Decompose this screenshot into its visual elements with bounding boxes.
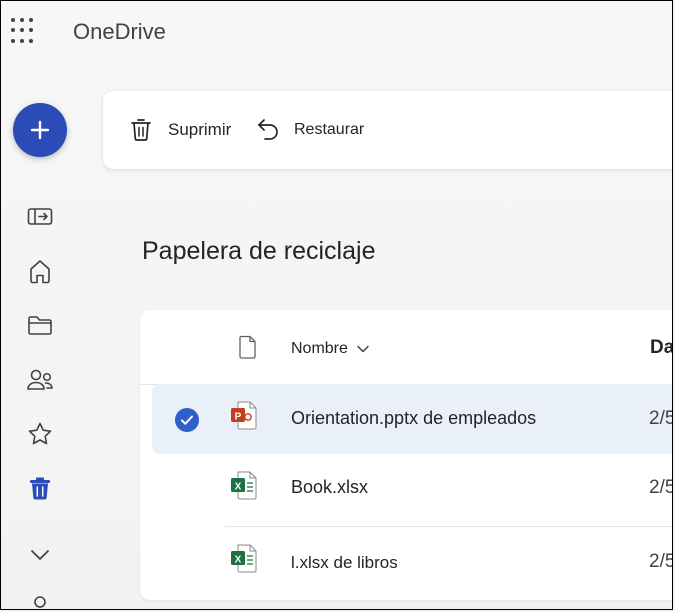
- undo-icon: [258, 119, 278, 140]
- more-nav-button[interactable]: [25, 540, 55, 570]
- table-row[interactable]: X Book.xlsx 2/5: [152, 454, 673, 524]
- list-header: Nombre Da: [140, 310, 672, 385]
- collapse-pane-button[interactable]: [25, 202, 55, 232]
- checkmark-icon: [181, 415, 193, 425]
- create-new-button[interactable]: [13, 103, 67, 157]
- file-name[interactable]: Orientation.pptx de empleados: [291, 408, 536, 429]
- restore-button[interactable]: Restaurar: [256, 91, 364, 169]
- powerpoint-file-icon: P: [231, 401, 257, 430]
- file-name[interactable]: l.xlsx de libros: [291, 553, 398, 573]
- column-name-label: Nombre: [291, 340, 348, 357]
- sidebar-item-files[interactable]: [25, 310, 55, 340]
- deleted-date: 2/5: [649, 477, 673, 498]
- collapse-pane-icon: [27, 208, 53, 225]
- app-launcher-icon[interactable]: [11, 18, 37, 44]
- deleted-date: 2/5: [649, 551, 673, 572]
- row-checkbox[interactable]: [175, 408, 199, 432]
- file-name[interactable]: Book.xlsx: [291, 477, 368, 498]
- restore-label: Restaurar: [294, 121, 365, 138]
- chevron-down-icon: [31, 550, 49, 560]
- delete-icon: [131, 119, 151, 141]
- file-type-icon[interactable]: [238, 335, 258, 359]
- sort-chevron-icon: [357, 345, 369, 353]
- command-bar: Suprimir Restaurar: [103, 91, 672, 169]
- file-list: Nombre Da P Orientation.pptx de empleado…: [140, 310, 673, 600]
- page-title: Papelera de reciclaje: [142, 237, 376, 265]
- sidebar-item-home[interactable]: [25, 256, 55, 286]
- app-title[interactable]: OneDrive: [73, 19, 166, 45]
- folder-icon: [28, 316, 52, 335]
- table-row[interactable]: P Orientation.pptx de empleados 2/5: [152, 384, 673, 454]
- home-icon: [30, 260, 50, 284]
- sidebar-item-favorites[interactable]: [25, 419, 55, 449]
- excel-file-icon: X: [231, 544, 257, 573]
- column-header-date[interactable]: Da: [650, 337, 672, 359]
- plus-icon: [30, 120, 50, 140]
- account-button[interactable]: [25, 591, 55, 609]
- delete-button[interactable]: Suprimir: [130, 91, 231, 169]
- deleted-date: 2/5: [649, 408, 673, 429]
- svg-text:P: P: [235, 412, 242, 423]
- column-header-name[interactable]: Nombre: [291, 340, 370, 358]
- delete-label: Suprimir: [168, 120, 232, 139]
- sidebar-item-shared[interactable]: [25, 365, 55, 395]
- svg-text:X: X: [235, 482, 242, 493]
- table-row[interactable]: X l.xlsx de libros 2/5: [152, 527, 673, 597]
- svg-text:X: X: [235, 555, 242, 566]
- excel-file-icon: X: [231, 471, 257, 500]
- app-window: OneDrive Suprimir Restaurar Papelera de …: [0, 0, 673, 610]
- star-icon: [28, 422, 52, 445]
- sidebar-item-recycle-bin[interactable]: [25, 473, 55, 503]
- person-icon: [34, 596, 46, 608]
- trash-icon: [30, 477, 50, 500]
- people-icon: [27, 369, 53, 390]
